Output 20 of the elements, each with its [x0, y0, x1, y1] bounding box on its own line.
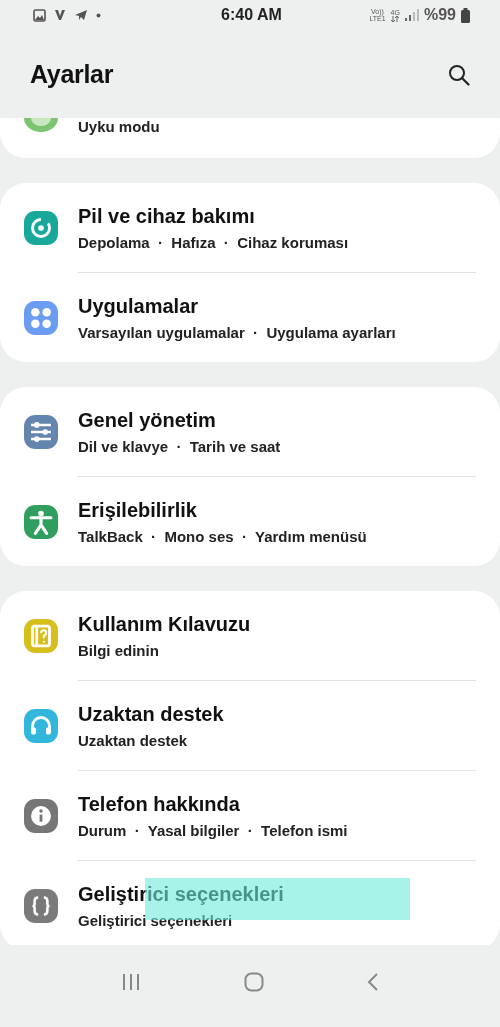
item-subtitle: Bilgi edinin	[78, 641, 160, 659]
item-subtitle: Depolama · Hafıza · Cihaz koruması	[78, 233, 349, 251]
item-subtitle: Geliştirici seçenekleri	[78, 911, 234, 929]
battery-level: %99	[423, 6, 456, 24]
item-title[interactable]: Uzaktan destek	[78, 702, 224, 726]
item-subtitle: Uyku modu	[78, 118, 160, 135]
item-subtitle: TalkBack · Mono ses · Yardım menüsü	[78, 527, 367, 545]
item-subtitle: Durum · Yasal bilgiler · Telefon ismi	[78, 821, 348, 839]
item-subtitle: Dil ve klavye · Tarih ve saat	[78, 437, 281, 455]
clock: 6:40 AM	[221, 6, 282, 24]
item-title[interactable]: Erişilebilirlik	[78, 498, 367, 522]
item-subtitle: Varsayılan uygulamalar · Uygulama ayarları	[78, 323, 396, 341]
page-title: Ayarlar	[30, 59, 114, 89]
item-title[interactable]: Uygulamalar	[78, 294, 396, 318]
item-title[interactable]: Genel yönetim	[78, 408, 281, 432]
item-title[interactable]: Kullanım Kılavuzu	[78, 612, 251, 636]
item-title[interactable]: Geliştirici seçenekleri	[78, 882, 284, 906]
item-title[interactable]: Pil ve cihaz bakımı	[78, 204, 349, 228]
item-title[interactable]: Telefon hakkında	[78, 792, 348, 816]
item-subtitle: Uzaktan destek	[78, 731, 189, 749]
